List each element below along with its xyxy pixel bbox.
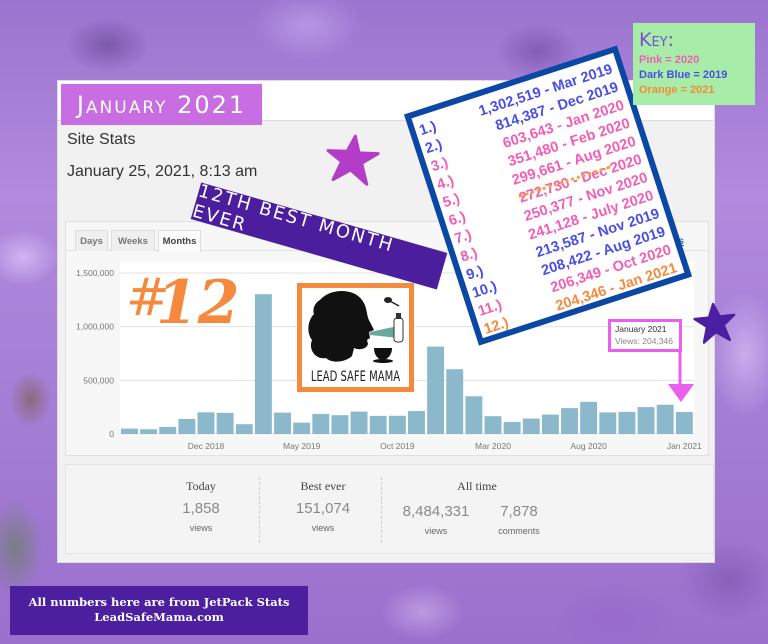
x-tick-label: Dec 2018 bbox=[188, 441, 225, 451]
rank-badge-number: 12 bbox=[156, 268, 240, 338]
bar-may-2019[interactable] bbox=[293, 422, 311, 434]
rank-badge: # 12 bbox=[126, 268, 240, 348]
bar-oct-2019[interactable] bbox=[388, 415, 406, 434]
x-tick-label: May 2019 bbox=[283, 441, 321, 451]
bar-aug-2019[interactable] bbox=[350, 411, 368, 434]
bar-sep-2020[interactable] bbox=[599, 412, 617, 434]
bar-jan-2021[interactable] bbox=[675, 412, 693, 434]
arrow-down-icon bbox=[668, 352, 694, 402]
y-tick-label: 0 bbox=[109, 429, 114, 439]
y-tick-label: 500,000 bbox=[83, 375, 114, 385]
bar-mar-2020[interactable] bbox=[484, 416, 502, 434]
all-time-comments-unit: comments bbox=[498, 526, 540, 536]
bar-jul-2020[interactable] bbox=[561, 408, 578, 434]
best-ever-label: Best ever bbox=[300, 479, 346, 493]
bar-jan-2019[interactable] bbox=[216, 412, 234, 434]
summary-card: Today 1,858 views Best ever 151,074 view… bbox=[65, 464, 714, 554]
bar-nov-2018[interactable] bbox=[178, 418, 196, 434]
star-icon bbox=[326, 134, 380, 186]
summary-best-ever: Best ever 151,074 views bbox=[278, 479, 368, 533]
bar-apr-2019[interactable] bbox=[274, 412, 291, 434]
summary-divider bbox=[259, 477, 260, 543]
star-icon bbox=[693, 302, 736, 344]
page-datetime: January 25, 2021, 8:13 am bbox=[67, 163, 258, 180]
x-tick-label: Oct 2019 bbox=[380, 441, 415, 451]
key-item: Orange = 2021 bbox=[639, 84, 715, 96]
tooltip-title: January 2021 bbox=[615, 324, 667, 334]
best-ever-unit: views bbox=[311, 523, 335, 533]
bar-jul-2019[interactable] bbox=[331, 415, 349, 434]
summary-divider bbox=[381, 477, 382, 543]
bar-sep-2018[interactable] bbox=[140, 429, 158, 434]
color-key: Key: Pink = 2020 Dark Blue = 2019 Orange… bbox=[633, 23, 755, 105]
today-unit: views bbox=[189, 523, 213, 533]
bar-feb-2019[interactable] bbox=[235, 424, 253, 434]
summary-all-time: All time bbox=[432, 479, 522, 494]
key-item: Dark Blue = 2019 bbox=[639, 69, 728, 81]
bar-nov-2019[interactable] bbox=[408, 411, 425, 434]
all-time-views: 8,484,331 views bbox=[388, 497, 484, 536]
source-note-line2: LeadSafeMama.com bbox=[94, 610, 224, 624]
bar-sep-2019[interactable] bbox=[369, 415, 387, 434]
all-time-views-value: 8,484,331 bbox=[402, 503, 470, 520]
tooltip-value: Views: 204,346 bbox=[615, 336, 673, 346]
key-item: Pink = 2020 bbox=[639, 54, 700, 66]
bar-dec-2020[interactable] bbox=[656, 404, 674, 434]
x-tick-label: Jan 2021 bbox=[667, 441, 702, 451]
bar-aug-2018[interactable] bbox=[121, 428, 138, 434]
today-label: Today bbox=[186, 479, 216, 493]
x-tick-label: Mar 2020 bbox=[475, 441, 511, 451]
logo-text: LEAD SAFE MAMA bbox=[310, 369, 401, 386]
y-tick-label: 1,000,000 bbox=[76, 322, 114, 332]
all-time-views-unit: views bbox=[424, 526, 448, 536]
month-label: January 2021 bbox=[61, 84, 262, 125]
bar-apr-2020[interactable] bbox=[503, 421, 521, 434]
source-note: All numbers here are from JetPack Stats … bbox=[10, 586, 308, 635]
all-time-comments-value: 7,878 bbox=[500, 503, 538, 520]
bar-oct-2018[interactable] bbox=[159, 426, 177, 434]
all-time-comments: 7,878 comments bbox=[479, 497, 559, 536]
all-time-label: All time bbox=[457, 479, 497, 493]
bar-jun-2020[interactable] bbox=[541, 414, 559, 434]
key-title: Key: bbox=[639, 29, 675, 51]
page-title: Site Stats bbox=[67, 131, 136, 148]
today-value: 1,858 bbox=[182, 500, 220, 517]
x-tick-label: Aug 2020 bbox=[570, 441, 607, 451]
bar-dec-2018[interactable] bbox=[197, 412, 215, 434]
bar-jun-2019[interactable] bbox=[312, 413, 330, 434]
bar-feb-2020[interactable] bbox=[465, 396, 483, 434]
bar-aug-2020[interactable] bbox=[580, 401, 598, 434]
bar-nov-2020[interactable] bbox=[637, 407, 655, 434]
best-ever-value: 151,074 bbox=[295, 500, 351, 517]
bar-mar-2019[interactable] bbox=[254, 294, 272, 434]
bar-dec-2019[interactable] bbox=[427, 346, 445, 434]
y-tick-label: 1,500,000 bbox=[76, 268, 114, 278]
lead-safe-mama-logo: LEAD SAFE MAMA bbox=[297, 283, 414, 392]
source-note-line1: All numbers here are from JetPack Stats bbox=[28, 595, 290, 609]
bar-oct-2020[interactable] bbox=[618, 411, 636, 434]
summary-today: Today 1,858 views bbox=[161, 479, 241, 533]
bar-jan-2020[interactable] bbox=[446, 369, 464, 434]
chart-tooltip: January 2021 Views: 204,346 bbox=[608, 319, 682, 352]
bar-may-2020[interactable] bbox=[522, 418, 540, 434]
